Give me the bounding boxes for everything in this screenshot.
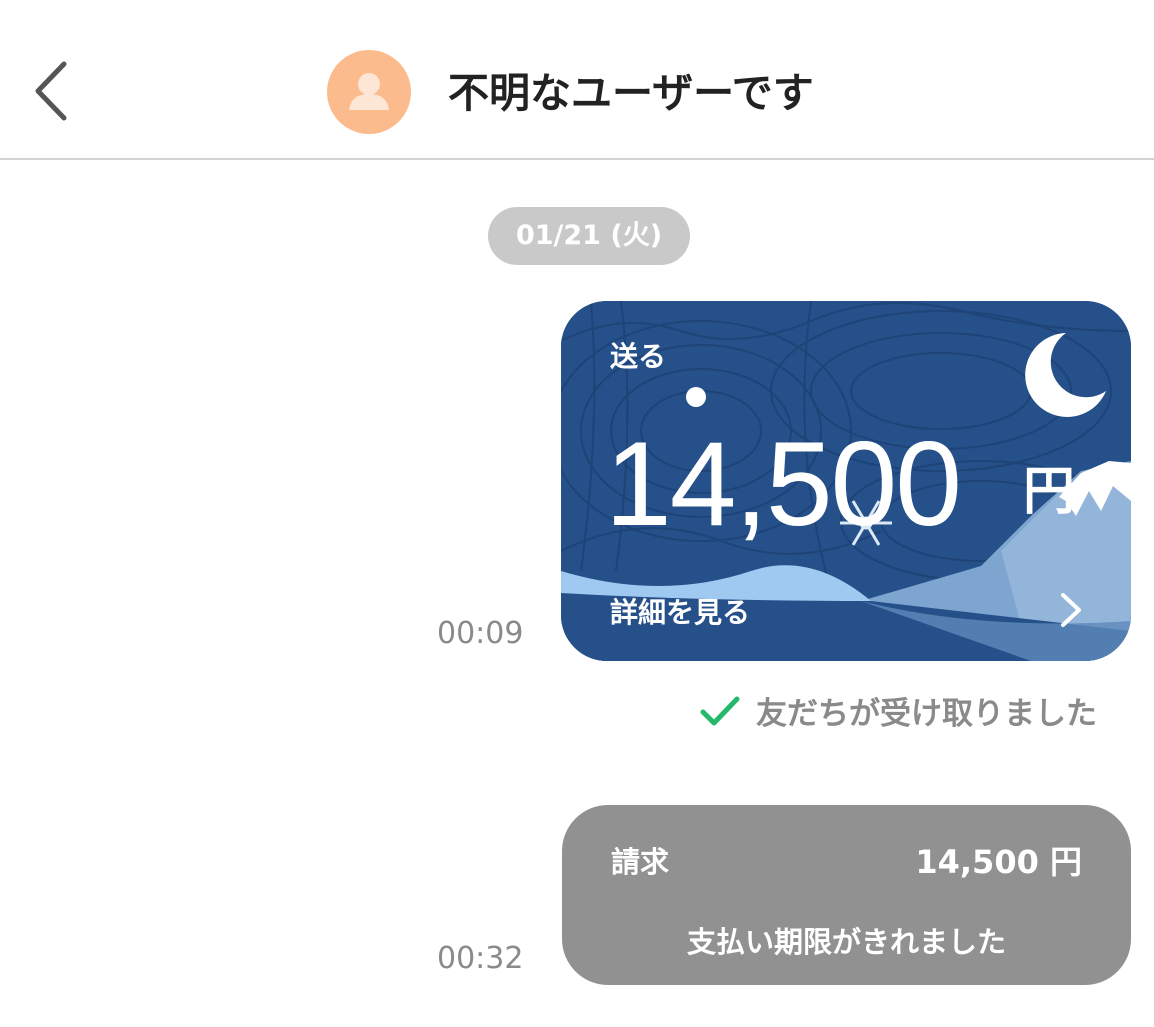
date-separator: 01/21 (火) [488, 207, 690, 265]
message-timestamp: 00:09 [437, 616, 524, 651]
received-status: 友だちが受け取りました [698, 688, 1097, 732]
checkmark-icon [700, 696, 740, 725]
user-silhouette-icon [349, 73, 389, 110]
chevron-right-icon [1061, 593, 1081, 627]
card-currency: 円 [1023, 462, 1076, 522]
card-amount: 14,500 [605, 417, 962, 551]
message-timestamp: 00:32 [437, 941, 524, 976]
page-title: 不明なユーザーです [448, 69, 814, 117]
request-status: 支払い期限がきれました [686, 925, 1006, 959]
request-amount: 14,500 円 [915, 843, 1082, 881]
back-button[interactable] [28, 58, 76, 124]
chat-screen: 不明なユーザーです 01/21 (火) 00:09 送る 14,500 円 詳細… [0, 0, 1154, 1027]
view-details-link[interactable]: 詳細を見る [610, 591, 750, 631]
request-label: 請求 [611, 845, 670, 879]
gift-card-message[interactable]: 送る 14,500 円 詳細を見る [561, 301, 1131, 661]
chat-header: 不明なユーザーです [0, 0, 1154, 160]
avatar[interactable] [327, 50, 411, 134]
card-label: 送る [610, 340, 667, 373]
received-status-text: 友だちが受け取りました [756, 696, 1097, 732]
chevron-left-icon [35, 61, 67, 121]
payment-request-message[interactable]: 請求 14,500 円 支払い期限がきれました [562, 805, 1131, 985]
